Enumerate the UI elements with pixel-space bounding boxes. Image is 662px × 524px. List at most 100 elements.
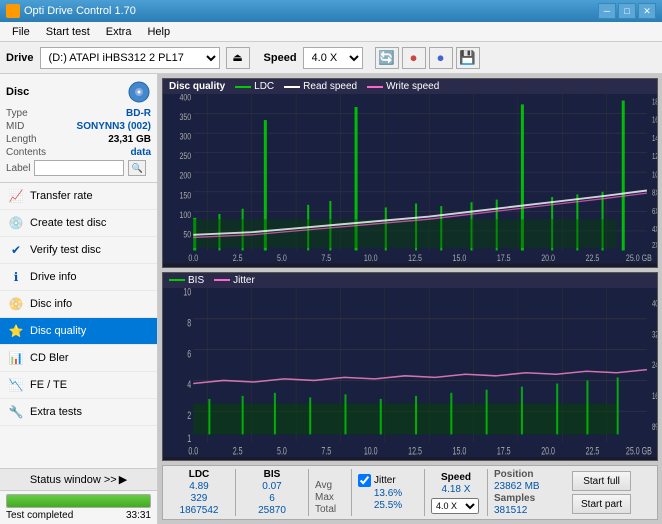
ldc-header: LDC [169, 469, 229, 480]
stats-position: Position 23862 MB Samples 381512 [494, 469, 566, 516]
content-area: Disc quality LDC Read speed Write speed [158, 74, 662, 524]
start-part-button[interactable]: Start part [572, 494, 631, 514]
label-search-button[interactable]: 🔍 [128, 160, 146, 176]
menu-start-test[interactable]: Start test [38, 24, 98, 40]
menu-file[interactable]: File [4, 24, 38, 40]
sidebar-item-extra-tests[interactable]: 🔧 Extra tests [0, 399, 157, 426]
nav-label-disc-info: Disc info [30, 298, 72, 310]
type-value: BD-R [126, 108, 151, 119]
sidebar-item-disc-info[interactable]: 📀 Disc info [0, 291, 157, 318]
verify-test-disc-icon: ✔ [8, 242, 24, 258]
drive-select[interactable]: (D:) ATAPI iHBS312 2 PL17 [40, 47, 220, 69]
drive-label: Drive [6, 52, 34, 64]
menu-help[interactable]: Help [139, 24, 178, 40]
legend-ldc-label: LDC [254, 81, 274, 92]
status-window-button[interactable]: Status window >> ▶ [0, 469, 157, 491]
svg-text:15.0: 15.0 [453, 444, 467, 456]
speed-label: Speed [264, 52, 297, 64]
stats-bis: BIS 0.07 6 25870 [242, 469, 302, 516]
svg-text:20.0: 20.0 [541, 444, 555, 456]
eject-button[interactable]: ⏏ [226, 47, 250, 69]
chart-bottom-header: BIS Jitter [163, 273, 657, 288]
drivebar: Drive (D:) ATAPI iHBS312 2 PL17 ⏏ Speed … [0, 42, 662, 74]
speed-avg-val: 4.18 X [431, 484, 481, 495]
svg-text:100: 100 [179, 210, 191, 220]
length-label: Length [6, 134, 37, 145]
sidebar-item-create-test-disc[interactable]: 💿 Create test disc [0, 210, 157, 237]
create-test-disc-icon: 💿 [8, 215, 24, 231]
sidebar-item-fe-te[interactable]: 📉 FE / TE [0, 372, 157, 399]
svg-text:12.5: 12.5 [408, 253, 422, 263]
ldc-total-val: 1867542 [169, 505, 229, 516]
contents-value: data [130, 147, 151, 158]
svg-text:5.0: 5.0 [277, 253, 287, 263]
refresh-button[interactable]: 🔄 [375, 47, 399, 69]
start-buttons: Start full Start part [572, 471, 631, 514]
save-button[interactable]: 💾 [456, 47, 480, 69]
svg-text:40%: 40% [652, 298, 657, 309]
divider-3 [351, 469, 352, 516]
sidebar-item-verify-test-disc[interactable]: ✔ Verify test disc [0, 237, 157, 264]
svg-text:150: 150 [179, 190, 191, 200]
svg-text:8%: 8% [652, 421, 657, 432]
length-value: 23,31 GB [108, 134, 151, 145]
legend-bis-label: BIS [188, 275, 204, 286]
status-text: Test completed [6, 510, 73, 521]
titlebar-controls: ─ □ ✕ [598, 3, 656, 19]
sidebar-item-cd-bler[interactable]: 📊 CD Bler [0, 345, 157, 372]
stats-speed: Speed 4.18 X 4.0 X [431, 472, 481, 514]
status-text-row: Test completed 33:31 [6, 510, 151, 521]
speed-header: Speed [431, 472, 481, 483]
legend-write: Write speed [367, 81, 439, 92]
ldc-color [235, 86, 251, 88]
start-full-button[interactable]: Start full [572, 471, 631, 491]
legend-write-label: Write speed [386, 81, 439, 92]
svg-text:2.5: 2.5 [233, 253, 243, 263]
chart-top-area: 400 350 300 250 200 150 100 50 18X 16X 1… [163, 94, 657, 264]
status-bar: Status window >> ▶ Test completed 33:31 [0, 468, 157, 524]
mid-value: SONYNN3 (002) [77, 121, 151, 132]
sidebar-item-drive-info[interactable]: ℹ Drive info [0, 264, 157, 291]
mid-label: MID [6, 121, 24, 132]
sidebar-item-transfer-rate[interactable]: 📈 Transfer rate [0, 183, 157, 210]
sidebar-item-disc-quality[interactable]: ⭐ Disc quality [0, 318, 157, 345]
svg-text:12X: 12X [652, 154, 657, 162]
chart-top: Disc quality LDC Read speed Write speed [162, 78, 658, 268]
nav-label-disc-quality: Disc quality [30, 325, 86, 337]
svg-text:4: 4 [187, 378, 191, 390]
disc-panel: Disc Type BD-R MID SONYNN3 (002) Length … [0, 74, 157, 183]
svg-text:18X: 18X [652, 99, 657, 107]
status-time: 33:31 [126, 510, 151, 521]
svg-text:1: 1 [187, 432, 191, 444]
app-title: Opti Drive Control 1.70 [24, 5, 136, 17]
minimize-button[interactable]: ─ [598, 3, 616, 19]
speed-select-stats[interactable]: 4.0 X [431, 498, 479, 514]
transfer-rate-icon: 📈 [8, 188, 24, 204]
speed-select[interactable]: 4.0 X [303, 47, 363, 69]
divider-4 [424, 469, 425, 516]
svg-text:400: 400 [179, 94, 191, 103]
svg-text:10: 10 [183, 288, 191, 298]
position-header: Position [494, 469, 566, 480]
label-input[interactable] [34, 160, 124, 176]
chart-top-title: Disc quality [169, 81, 225, 92]
chart-bottom-area: 10 8 6 4 2 1 40% 32% 24% 16% 8% [163, 288, 657, 458]
legend-jitter: Jitter [214, 275, 255, 286]
write-color [367, 86, 383, 88]
maximize-button[interactable]: □ [618, 3, 636, 19]
menu-extra[interactable]: Extra [98, 24, 140, 40]
ldc-avg-val: 4.89 [169, 481, 229, 492]
main-layout: Disc Type BD-R MID SONYNN3 (002) Length … [0, 74, 662, 524]
jitter-checkbox[interactable] [358, 474, 371, 487]
svg-text:17.5: 17.5 [497, 444, 511, 456]
blue-disc-button[interactable]: ● [429, 47, 453, 69]
position-val: 23862 MB [494, 481, 566, 492]
disc-panel-title: Disc [6, 86, 29, 98]
close-button[interactable]: ✕ [638, 3, 656, 19]
svg-text:6X: 6X [652, 208, 657, 216]
titlebar: Opti Drive Control 1.70 ─ □ ✕ [0, 0, 662, 22]
svg-text:10.0: 10.0 [364, 253, 378, 263]
svg-text:20.0: 20.0 [541, 253, 555, 263]
fe-te-icon: 📉 [8, 377, 24, 393]
red-disc-button[interactable]: ● [402, 47, 426, 69]
